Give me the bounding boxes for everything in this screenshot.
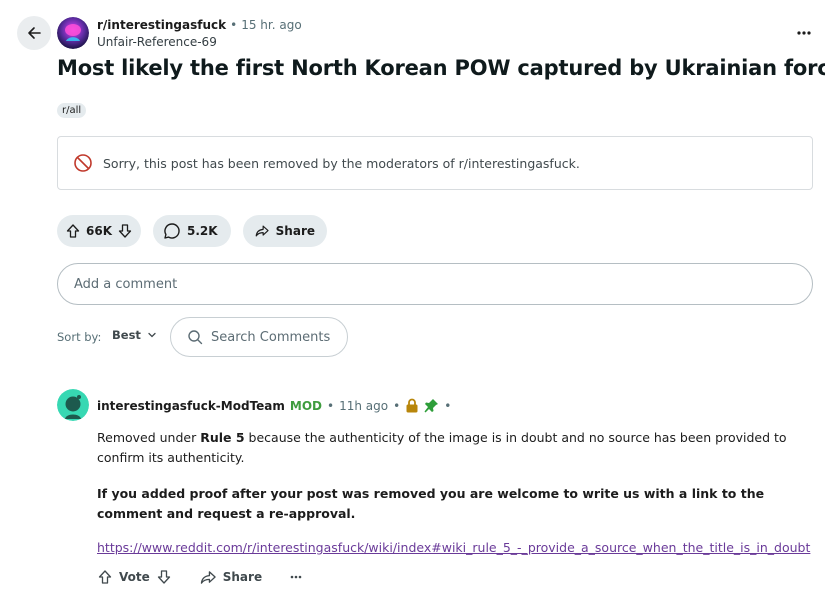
comment-paragraph-2: If you added proof after your post was r… [97, 486, 765, 521]
search-comments-placeholder: Search Comments [211, 329, 331, 345]
sort-value: Best [112, 328, 141, 342]
upvote-icon[interactable] [97, 569, 113, 585]
share-button[interactable]: Share [243, 215, 327, 247]
vote-control: 66K [57, 215, 141, 247]
comment-actions: Vote Share [97, 569, 302, 585]
comment-author[interactable]: interestingasfuck-ModTeam [97, 399, 285, 413]
upvote-count: 66K [86, 224, 112, 238]
post-title: Most likely the first North Korean POW c… [57, 56, 825, 80]
share-icon [255, 225, 269, 237]
comment-vote: Vote [97, 569, 172, 585]
sort-label: Sort by: [57, 330, 102, 344]
rule-reference: Rule 5 [200, 430, 245, 445]
comment-share-button[interactable]: Share [200, 570, 262, 585]
comment-share-label: Share [222, 570, 263, 584]
post-time: 15 hr. ago [241, 18, 302, 32]
add-comment-input[interactable]: Add a comment [57, 263, 813, 305]
comments-count: 5.2K [187, 224, 218, 238]
comments-button[interactable]: 5.2K [153, 215, 231, 247]
more-options-button[interactable] [790, 22, 818, 44]
add-comment-placeholder: Add a comment [74, 276, 178, 292]
comment-author-avatar[interactable] [57, 389, 89, 421]
lock-icon [406, 398, 418, 413]
comment-paragraph-1: Removed under Rule 5 because the authent… [97, 430, 787, 465]
more-horizontal-icon [290, 575, 302, 579]
search-comments-input[interactable]: Search Comments [170, 317, 348, 357]
comment-link[interactable]: https://www.reddit.com/r/interestingasfu… [97, 540, 810, 555]
removed-notice-text: Sorry, this post has been removed by the… [103, 155, 580, 171]
downvote-icon[interactable] [156, 569, 172, 585]
arrow-left-icon [28, 27, 41, 39]
subreddit-avatar[interactable] [57, 17, 89, 49]
pin-icon [424, 399, 439, 413]
comment-more-button[interactable] [290, 575, 302, 579]
chevron-down-icon [148, 332, 156, 338]
mod-badge: MOD [289, 398, 323, 413]
comment-meta: interestingasfuck-ModTeam MOD • 11h ago … [97, 398, 452, 413]
search-icon [188, 330, 203, 345]
vote-label: Vote [119, 570, 150, 584]
more-horizontal-icon [797, 31, 811, 35]
prohibited-icon [74, 154, 92, 172]
comment-time: 11h ago [339, 398, 389, 413]
comment-icon [164, 223, 180, 239]
share-label: Share [275, 224, 315, 238]
upvote-icon[interactable] [65, 223, 81, 239]
back-button[interactable] [17, 16, 51, 50]
removed-notice: Sorry, this post has been removed by the… [57, 136, 813, 190]
comment-body: Removed under Rule 5 because the authent… [97, 428, 809, 540]
downvote-icon[interactable] [117, 223, 133, 239]
share-icon [200, 570, 216, 584]
post-flair[interactable]: r/all [57, 103, 87, 118]
subreddit-name[interactable]: r/interestingasfuck [97, 18, 226, 32]
post-meta: r/interestingasfuck • 15 hr. ago [97, 18, 302, 32]
post-author[interactable]: Unfair-Reference-69 [97, 35, 217, 49]
sort-dropdown[interactable]: Best [112, 328, 157, 342]
